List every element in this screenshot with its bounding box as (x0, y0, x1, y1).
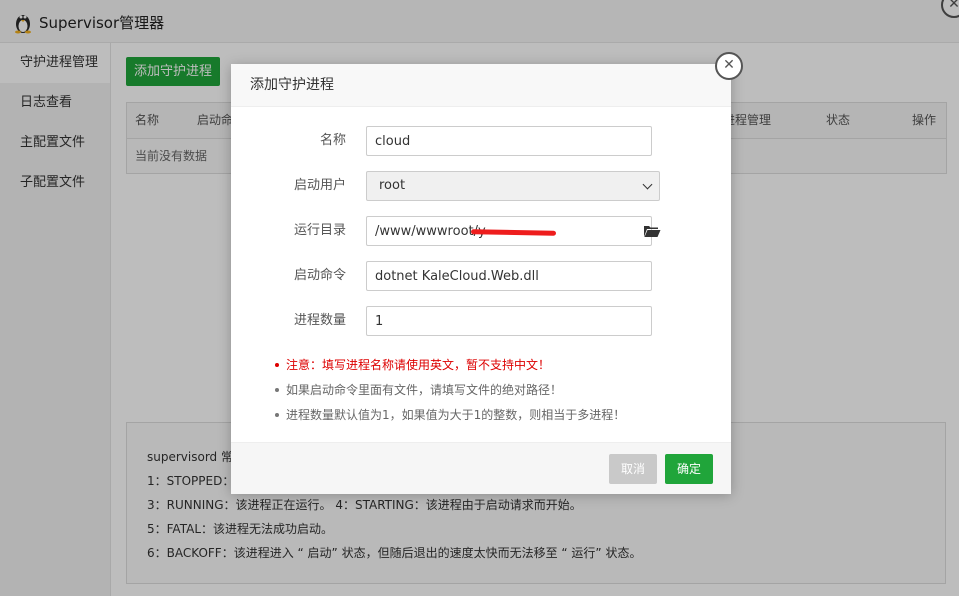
user-select-value: root (379, 178, 406, 193)
bullet-icon (275, 387, 279, 392)
dir-label: 运行目录 (293, 223, 346, 238)
name-input[interactable] (366, 126, 652, 156)
cancel-button[interactable]: 取消 (609, 454, 657, 484)
bullet-icon (275, 412, 279, 417)
count-row: 进程数量 (231, 306, 731, 336)
count-label: 进程数量 (293, 313, 346, 328)
dir-row: 运行目录 (231, 216, 731, 246)
confirm-button[interactable]: 确定 (665, 454, 713, 484)
dialog-footer: 取消 确定 (231, 442, 731, 494)
count-input[interactable] (366, 306, 652, 336)
name-label: 名称 (319, 133, 346, 148)
folder-open-icon[interactable] (643, 224, 661, 238)
add-process-dialog: 添加守护进程 ✕ 名称 启动用户 root 运行目录 启动命令 进程数量 注意：… (231, 52, 743, 494)
user-select[interactable]: root (366, 171, 660, 201)
tip-text: 进程数量默认值为1，如果值为大于1的整数，则相当于多进程！ (286, 408, 626, 422)
tip-item-warning: 注意：填写进程名称请使用英文，暂不支持中文！ (275, 356, 625, 381)
tip-item: 如果启动命令里面有文件，请填写文件的绝对路径！ (275, 381, 625, 406)
chevron-down-icon (642, 179, 653, 190)
tips-list: 注意：填写进程名称请使用英文，暂不支持中文！ 如果启动命令里面有文件，请填写文件… (275, 356, 625, 431)
user-label: 启动用户 (293, 178, 346, 193)
tip-text: 如果启动命令里面有文件，请填写文件的绝对路径！ (286, 383, 563, 397)
close-icon[interactable]: ✕ (715, 52, 743, 80)
command-input[interactable] (366, 261, 652, 291)
command-row: 启动命令 (231, 261, 731, 291)
user-row: 启动用户 root (231, 171, 731, 201)
bullet-icon (275, 362, 279, 367)
name-row: 名称 (231, 126, 731, 156)
dialog-title: 添加守护进程 (231, 64, 731, 107)
tip-text: 注意：填写进程名称请使用英文，暂不支持中文！ (286, 358, 551, 372)
tip-item: 进程数量默认值为1，如果值为大于1的整数，则相当于多进程！ (275, 406, 625, 431)
command-label: 启动命令 (293, 268, 346, 283)
